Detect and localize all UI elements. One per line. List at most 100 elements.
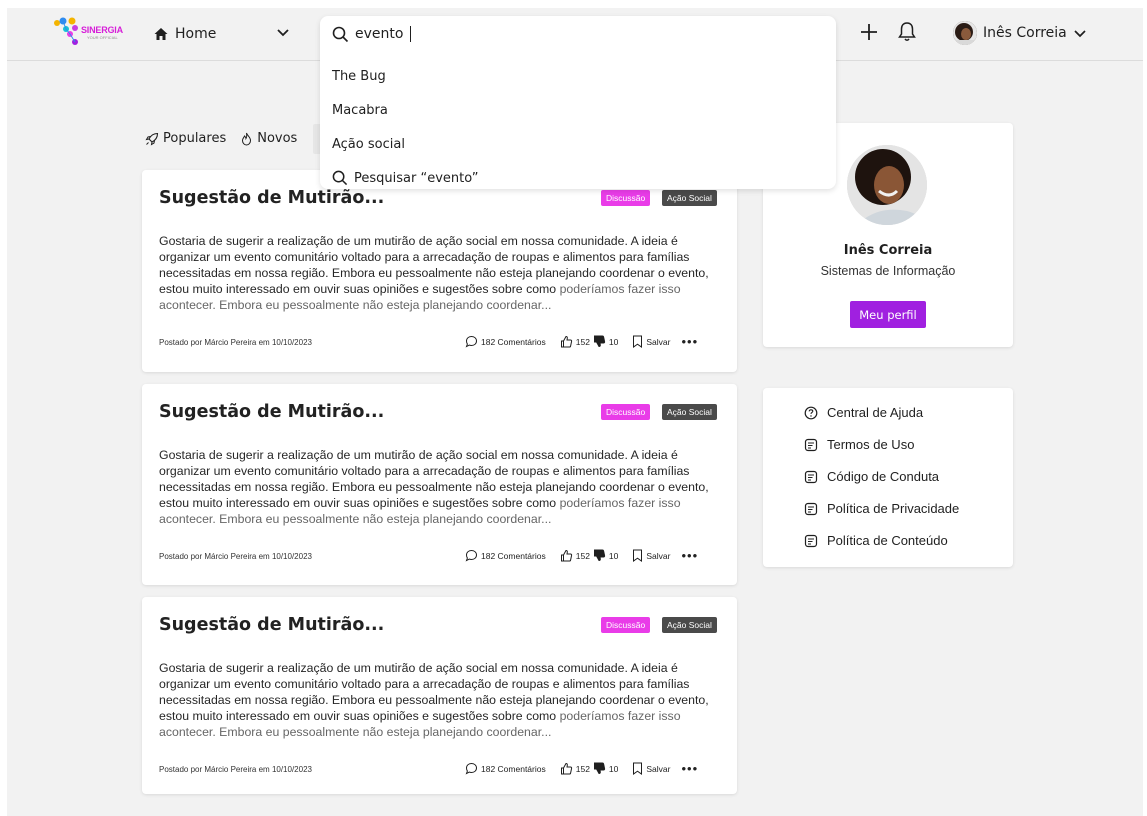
link-label: Termos de Uso	[827, 437, 915, 452]
post-card[interactable]: Sugestão de Mutirão... Discussão Ação So…	[142, 170, 737, 372]
avatar	[953, 21, 977, 45]
comment-icon	[465, 335, 478, 348]
thumbs-up-icon	[560, 762, 572, 775]
post-actions: 182 Comentários 152 10 Salvar •••	[465, 334, 698, 349]
more-options-icon[interactable]: •••	[681, 548, 698, 563]
filter-novos[interactable]: Novos	[240, 131, 297, 146]
tag-acao-social[interactable]: Ação Social	[662, 190, 717, 206]
comments-count: 182 Comentários	[481, 763, 546, 774]
post-card[interactable]: Sugestão de Mutirão... Discussão Ação So…	[142, 384, 737, 585]
thumbs-up-icon	[560, 335, 572, 348]
user-menu[interactable]: Inês Correia	[953, 20, 1087, 46]
document-icon	[804, 534, 818, 547]
search-all-label: Pesquisar “evento”	[354, 170, 479, 186]
comments-count: 182 Comentários	[481, 550, 546, 561]
tag-discussao[interactable]: Discussão	[601, 404, 651, 420]
help-links-card: Central de Ajuda Termos de Uso Código de…	[763, 388, 1013, 567]
search-value: evento	[355, 26, 404, 42]
plus-icon[interactable]	[859, 22, 879, 42]
tag-acao-social[interactable]: Ação Social	[662, 404, 717, 420]
tag-discussao[interactable]: Discussão	[601, 617, 651, 633]
like-button[interactable]: 152	[560, 549, 590, 562]
link-label: Política de Conteúdo	[827, 533, 948, 548]
rocket-icon	[145, 132, 159, 146]
post-title[interactable]: Sugestão de Mutirão...	[159, 402, 384, 422]
dislike-button[interactable]: 10	[593, 549, 618, 562]
link-politica-de-privacidade[interactable]: Política de Privacidade	[804, 501, 959, 516]
user-photo-icon	[953, 21, 977, 45]
filter-label: Populares	[163, 131, 227, 146]
comment-icon	[465, 762, 478, 775]
search-suggestion[interactable]: Ação social	[332, 137, 405, 152]
avatar	[847, 145, 927, 225]
logo-text: SINERGIA	[81, 25, 123, 35]
post-meta: Postado por Márcio Pereira em 10/10/2023	[159, 338, 312, 347]
feed-filters: Populares Novos	[145, 131, 297, 146]
comments-button[interactable]: 182 Comentários	[465, 762, 546, 775]
more-options-icon[interactable]: •••	[681, 334, 698, 349]
comments-button[interactable]: 182 Comentários	[465, 549, 546, 562]
post-body: Gostaria de sugerir a realização de um m…	[159, 660, 724, 740]
flame-icon	[242, 132, 252, 146]
comments-count: 182 Comentários	[481, 336, 546, 347]
thumbs-down-icon	[593, 335, 606, 348]
link-codigo-de-conduta[interactable]: Código de Conduta	[804, 469, 939, 484]
post-meta: Postado por Márcio Pereira em 10/10/2023	[159, 552, 312, 561]
home-button[interactable]: Home	[153, 22, 216, 46]
thumbs-up-icon	[560, 549, 572, 562]
save-button[interactable]: Salvar	[632, 335, 670, 348]
post-title[interactable]: Sugestão de Mutirão...	[159, 615, 384, 635]
comments-button[interactable]: 182 Comentários	[465, 335, 546, 348]
search-dropdown: evento The Bug Macabra Ação social Pesqu…	[320, 16, 836, 189]
user-photo-icon	[847, 145, 927, 225]
post-body: Gostaria de sugerir a realização de um m…	[159, 233, 724, 313]
filter-populares[interactable]: Populares	[145, 131, 226, 146]
dislike-button[interactable]: 10	[593, 335, 618, 348]
bell-icon[interactable]	[897, 21, 917, 43]
link-label: Central de Ajuda	[827, 405, 924, 420]
likes-count: 152	[575, 550, 590, 561]
link-termos-de-uso[interactable]: Termos de Uso	[804, 437, 914, 452]
likes-count: 152	[575, 336, 590, 347]
dislikes-count: 10	[608, 336, 619, 347]
search-icon	[332, 170, 348, 186]
post-title[interactable]: Sugestão de Mutirão...	[159, 188, 384, 208]
filter-label: Novos	[257, 131, 298, 146]
thumbs-down-icon	[593, 549, 606, 562]
bookmark-icon	[633, 549, 643, 562]
like-button[interactable]: 152	[560, 335, 590, 348]
link-politica-de-conteudo[interactable]: Política de Conteúdo	[804, 533, 948, 548]
dislikes-count: 10	[608, 550, 619, 561]
tag-acao-social[interactable]: Ação Social	[662, 617, 717, 633]
tag-discussao[interactable]: Discussão	[601, 190, 651, 206]
my-profile-button[interactable]: Meu perfil	[850, 301, 926, 328]
search-suggestion[interactable]: Macabra	[332, 103, 388, 118]
sinergia-logo[interactable]: SINERGIA YOUR OFFICIAL	[51, 14, 129, 52]
search-input[interactable]: evento	[332, 24, 412, 44]
chevron-down-icon	[1074, 30, 1086, 38]
like-button[interactable]: 152	[560, 762, 590, 775]
save-button[interactable]: Salvar	[632, 762, 670, 775]
chevron-down-icon[interactable]	[275, 24, 291, 40]
save-label: Salvar	[646, 336, 671, 347]
post-actions: 182 Comentários 152 10 Salvar •••	[465, 548, 698, 563]
profile-name: Inês Correia	[843, 243, 933, 258]
save-button[interactable]: Salvar	[632, 549, 670, 562]
search-all-suggestion[interactable]: Pesquisar “evento”	[332, 170, 478, 186]
thumbs-down-icon	[593, 762, 606, 775]
home-label: Home	[175, 26, 217, 42]
profile-course: Sistemas de Informação	[820, 264, 956, 278]
link-central-de-ajuda[interactable]: Central de Ajuda	[804, 405, 923, 420]
post-card[interactable]: Sugestão de Mutirão... Discussão Ação So…	[142, 597, 737, 794]
text-cursor	[410, 26, 412, 42]
post-body: Gostaria de sugerir a realização de um m…	[159, 447, 724, 527]
dislike-button[interactable]: 10	[593, 762, 618, 775]
search-icon	[332, 26, 349, 42]
bookmark-icon	[633, 762, 643, 775]
document-icon	[804, 470, 818, 483]
more-options-icon[interactable]: •••	[681, 761, 698, 776]
search-suggestion[interactable]: The Bug	[332, 69, 386, 84]
logo-tagline: YOUR OFFICIAL	[87, 35, 118, 40]
bookmark-icon	[633, 335, 643, 348]
link-label: Política de Privacidade	[827, 501, 960, 516]
